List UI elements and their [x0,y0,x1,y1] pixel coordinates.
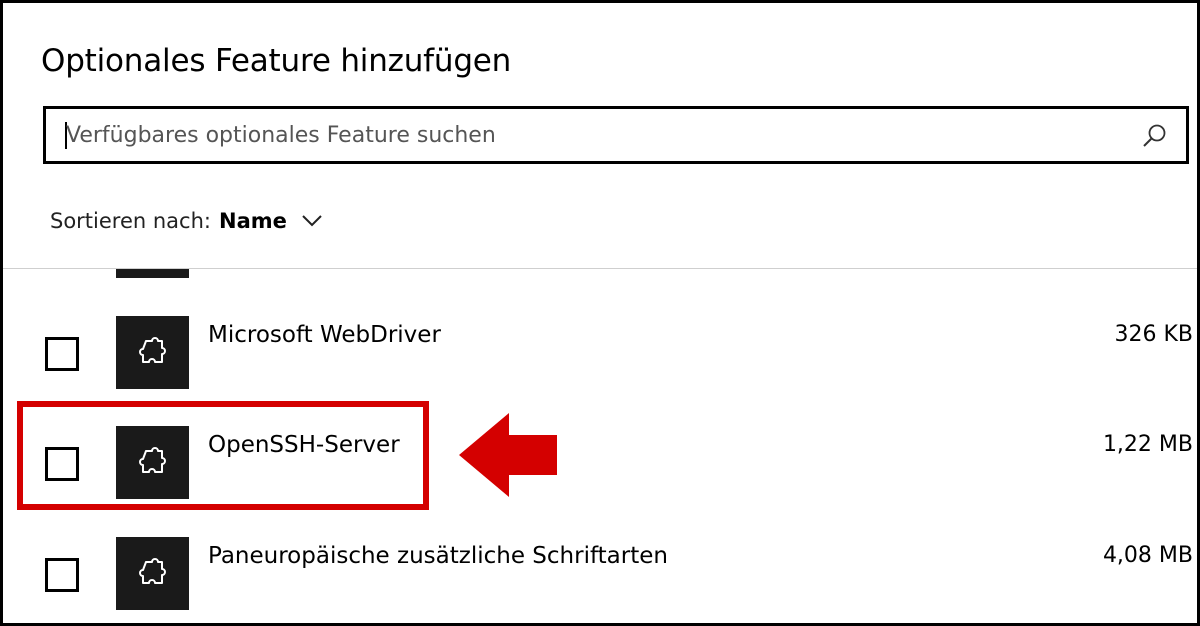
sort-value: Name [219,209,287,233]
search-input[interactable] [66,109,1126,161]
partial-feature-icon [116,269,189,278]
optional-feature-dialog: Optionales Feature hinzufügen Sortieren … [0,0,1200,626]
search-box[interactable] [43,106,1189,164]
arrow-left-icon [459,413,557,497]
sort-label: Sortieren nach: [50,209,211,233]
feature-size: 1,22 MB [1102,432,1193,457]
search-icon[interactable] [1142,123,1168,149]
feature-name: Paneuropäische zusätzliche Schriftarten [208,543,668,569]
sort-control[interactable]: Sortieren nach: Name [50,209,323,233]
feature-name: Microsoft WebDriver [208,322,441,348]
list-item[interactable]: Paneuropäische zusätzliche Schriftarten … [3,537,1197,613]
list-item[interactable]: Microsoft WebDriver 326 KB [3,316,1197,392]
feature-checkbox[interactable] [45,337,79,371]
feature-size: 326 KB [1114,322,1193,347]
feature-size: 4,08 MB [1102,543,1193,568]
puzzle-icon [116,316,189,389]
chevron-down-icon [302,215,322,227]
puzzle-icon [116,537,189,610]
page-title: Optionales Feature hinzufügen [41,43,512,79]
feature-checkbox[interactable] [45,558,79,592]
highlight-box [17,401,429,510]
